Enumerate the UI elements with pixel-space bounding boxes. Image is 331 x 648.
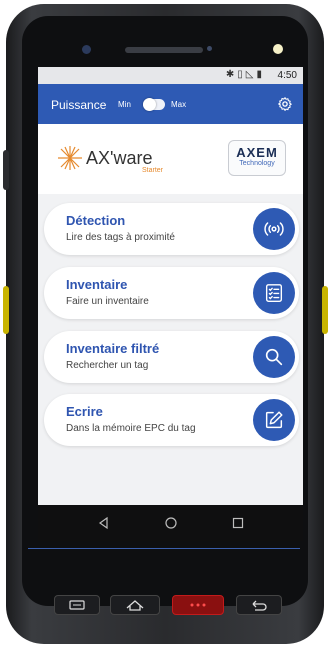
battery-icon: ▮	[256, 69, 265, 80]
detection-card[interactable]: Détection Lire des tags à proximité	[44, 203, 299, 255]
filtered-inventory-card[interactable]: Inventaire filtré Rechercher un tag	[44, 331, 299, 383]
hw-back-button[interactable]	[236, 595, 282, 615]
card-title: Ecrire	[66, 404, 103, 419]
checklist-icon[interactable]	[253, 272, 295, 314]
status-icons: ✱▯◺▮	[226, 69, 265, 80]
inventory-card[interactable]: Inventaire Faire un inventaire	[44, 267, 299, 319]
toggle-knob[interactable]	[143, 98, 156, 111]
menu-lines-icon	[69, 600, 85, 610]
axware-logo: AX'ware Starter	[56, 142, 186, 180]
status-time: 4:50	[277, 70, 297, 81]
app-bar: Puissance Min Max	[38, 84, 303, 124]
logo-banner: AX'ware Starter AXEM Technology	[38, 124, 303, 194]
card-subtitle: Rechercher un tag	[66, 360, 149, 371]
scan-dots-icon	[190, 603, 206, 607]
bezel-accent-line	[28, 548, 300, 549]
power-min-label: Min	[118, 100, 131, 109]
side-button-right[interactable]	[322, 286, 328, 334]
radar-icon[interactable]	[253, 208, 295, 250]
card-title: Inventaire filtré	[66, 341, 160, 356]
home-nav-icon[interactable]	[163, 515, 179, 531]
vibrate-icon: ▯	[237, 69, 246, 80]
burst-icon	[58, 146, 82, 170]
power-max-label: Max	[171, 100, 187, 109]
card-subtitle: Faire un inventaire	[66, 296, 149, 307]
hw-menu-button[interactable]	[54, 595, 100, 615]
status-bar: ✱▯◺▮ 4:50	[38, 67, 303, 84]
volume-button[interactable]	[3, 150, 9, 190]
card-subtitle: Lire des tags à proximité	[66, 232, 175, 243]
axem-logo: AXEM Technology	[228, 140, 286, 176]
card-subtitle: Dans la mémoire EPC du tag	[66, 423, 196, 434]
gear-icon[interactable]	[277, 96, 293, 112]
back-arrow-icon	[252, 600, 267, 611]
hw-scan-button[interactable]	[172, 595, 224, 615]
edit-icon[interactable]	[253, 399, 295, 441]
earpiece-speaker	[125, 47, 203, 53]
brand-subtitle: Starter	[142, 167, 164, 174]
android-nav-bar	[38, 505, 303, 541]
bluetooth-icon: ✱	[225, 69, 238, 80]
card-title: Détection	[66, 213, 126, 228]
side-button-left[interactable]	[3, 286, 9, 334]
card-title: Inventaire	[66, 277, 128, 292]
front-camera-icon	[82, 45, 91, 54]
back-nav-icon[interactable]	[96, 515, 112, 531]
axem-name: AXEM	[236, 145, 278, 160]
power-label: Puissance	[51, 98, 107, 112]
recents-nav-icon[interactable]	[230, 515, 246, 531]
signal-icon: ◺	[245, 69, 257, 80]
screen: ✱▯◺▮ 4:50 Puissance Min Max AX'ware Star…	[38, 67, 303, 541]
home-icon	[126, 600, 144, 611]
axem-tagline: Technology	[239, 160, 275, 167]
flash-light-icon	[273, 44, 283, 54]
power-toggle[interactable]	[143, 98, 165, 111]
brand-name: AX'ware	[86, 148, 153, 168]
hw-home-button[interactable]	[110, 595, 160, 615]
sensor-dot-icon	[207, 46, 212, 51]
write-card[interactable]: Ecrire Dans la mémoire EPC du tag	[44, 394, 299, 446]
search-icon[interactable]	[253, 336, 295, 378]
